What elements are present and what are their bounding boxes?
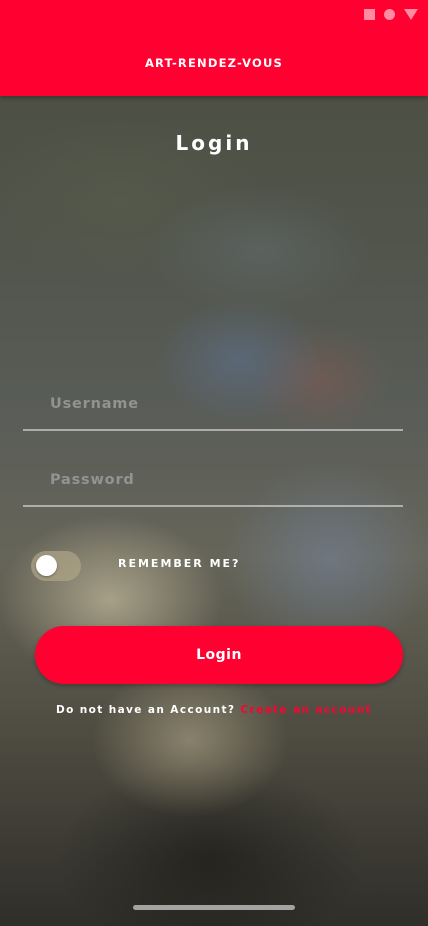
home-indicator[interactable] (133, 905, 295, 910)
signup-row: Do not have an Account? Create an accoun… (0, 704, 428, 716)
toggle-knob (36, 555, 57, 576)
create-account-link[interactable]: Create an account (240, 704, 372, 716)
status-icons (364, 9, 418, 20)
password-field[interactable] (23, 461, 403, 507)
password-input[interactable] (48, 471, 392, 489)
username-field[interactable] (23, 385, 403, 431)
login-button[interactable]: Login (35, 626, 403, 684)
square-icon (364, 9, 375, 20)
triangle-icon (404, 9, 418, 20)
remember-me-toggle[interactable] (31, 551, 81, 581)
status-bar (0, 0, 428, 32)
remember-me-label: REMEMBER ME? (118, 557, 241, 570)
page-title: Login (175, 131, 253, 155)
circle-icon (384, 9, 395, 20)
username-input[interactable] (48, 395, 392, 413)
signup-prompt: Do not have an Account? (55, 704, 241, 716)
app-title: ART-RENDEZ-VOUS (144, 56, 284, 70)
